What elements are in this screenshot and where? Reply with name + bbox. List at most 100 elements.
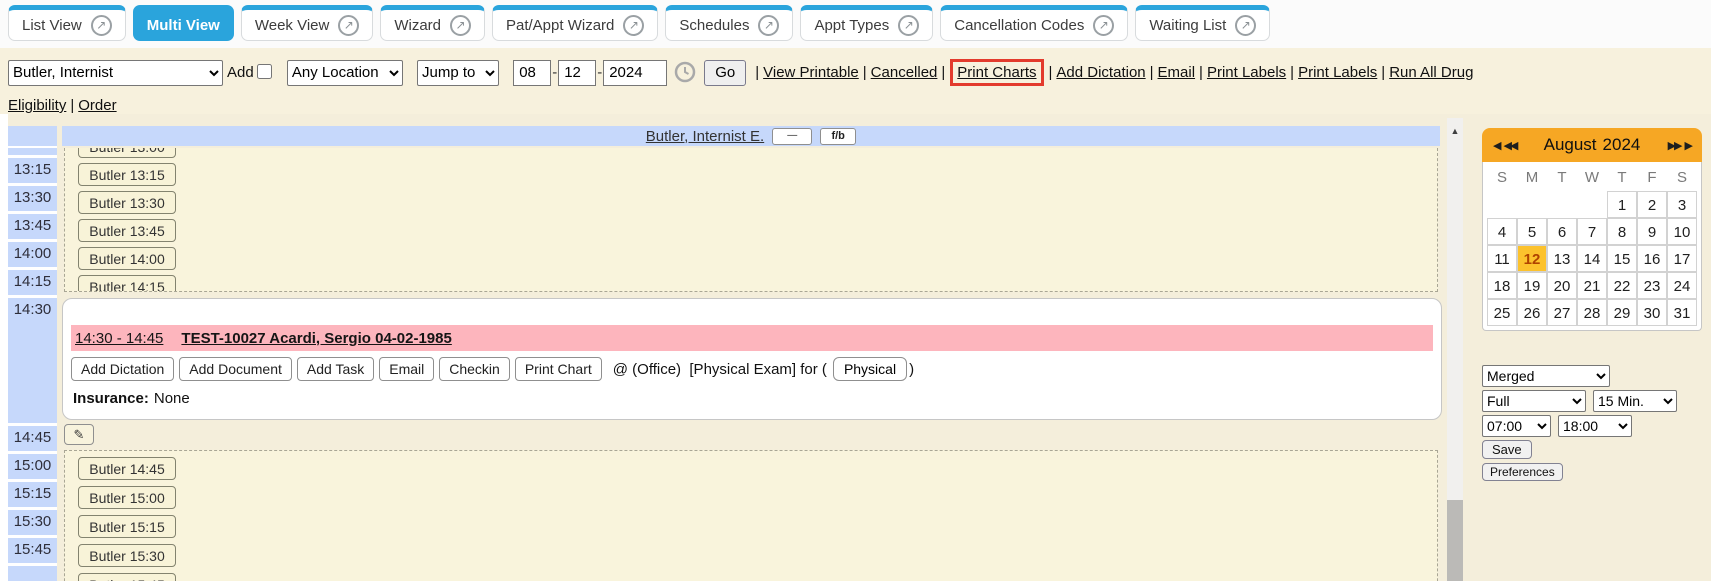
calendar-day[interactable]: 9 bbox=[1637, 218, 1667, 245]
calendar-day[interactable]: 28 bbox=[1577, 299, 1607, 326]
calendar-day[interactable]: 23 bbox=[1637, 272, 1667, 299]
clock-icon[interactable] bbox=[674, 61, 696, 92]
fast-prev-icon[interactable]: ◀◀ bbox=[1503, 140, 1516, 152]
scroll-up-arrow-icon[interactable]: ▲ bbox=[1447, 118, 1463, 136]
email-button[interactable]: Email bbox=[379, 357, 434, 381]
tab-multi-view[interactable]: Multi View bbox=[133, 5, 234, 41]
butler-13-45-slot-button[interactable]: Butler 13:45 bbox=[78, 219, 176, 242]
butler-15-45-slot-button[interactable]: Butler 15:45 bbox=[78, 573, 176, 581]
calendar-day[interactable]: 20 bbox=[1547, 272, 1577, 299]
cancelled-link[interactable]: Cancelled bbox=[871, 64, 938, 81]
scrollbar-thumb[interactable] bbox=[1447, 500, 1463, 581]
zoom-select[interactable]: Full bbox=[1482, 390, 1586, 412]
prev-month-icon[interactable]: ◀ bbox=[1493, 140, 1499, 152]
calendar-day[interactable]: 31 bbox=[1667, 299, 1697, 326]
tab-pat-appt-wizard[interactable]: Pat/Appt Wizard↗ bbox=[492, 5, 658, 41]
tab-cancellation-codes[interactable]: Cancellation Codes↗ bbox=[940, 5, 1128, 41]
merged-select[interactable]: Merged bbox=[1482, 365, 1610, 387]
add-dictation-link[interactable]: Add Dictation bbox=[1056, 64, 1145, 81]
date-month-input[interactable] bbox=[513, 60, 551, 86]
open-new-window-icon[interactable]: ↗ bbox=[898, 15, 919, 36]
calendar-day[interactable]: 15 bbox=[1607, 245, 1637, 272]
date-year-input[interactable] bbox=[603, 60, 667, 86]
open-new-window-icon[interactable]: ↗ bbox=[450, 15, 471, 36]
open-new-window-icon[interactable]: ↗ bbox=[758, 15, 779, 36]
calendar-day[interactable]: 4 bbox=[1487, 218, 1517, 245]
go-button[interactable]: Go bbox=[704, 60, 746, 86]
open-new-window-icon[interactable]: ↗ bbox=[1093, 15, 1114, 36]
tab-appt-types[interactable]: Appt Types↗ bbox=[800, 5, 933, 41]
print-charts-link[interactable]: Print Charts bbox=[957, 64, 1036, 81]
preferences-button[interactable]: Preferences bbox=[1482, 463, 1563, 481]
provider-header-link[interactable]: Butler, Internist E. bbox=[646, 128, 764, 145]
print-labels-link[interactable]: Print Labels bbox=[1207, 64, 1286, 81]
add-task-button[interactable]: Add Task bbox=[297, 357, 374, 381]
calendar-day[interactable]: 26 bbox=[1517, 299, 1547, 326]
calendar-day[interactable]: 22 bbox=[1607, 272, 1637, 299]
tab-schedules[interactable]: Schedules↗ bbox=[665, 5, 793, 41]
butler-14-45-slot-button[interactable]: Butler 14:45 bbox=[78, 457, 176, 480]
print-labels-link[interactable]: Print Labels bbox=[1298, 64, 1377, 81]
add-dictation-button[interactable]: Add Dictation bbox=[71, 357, 174, 381]
interval-select[interactable]: 15 Min. bbox=[1593, 390, 1677, 412]
calendar-day[interactable]: 30 bbox=[1637, 299, 1667, 326]
butler-15-00-slot-button[interactable]: Butler 15:00 bbox=[78, 486, 176, 509]
appointment-patient-link[interactable]: TEST-10027 Acardi, Sergio 04-02-1985 bbox=[181, 330, 451, 347]
tab-waiting-list[interactable]: Waiting List↗ bbox=[1135, 5, 1270, 41]
open-new-window-icon[interactable]: ↗ bbox=[623, 15, 644, 36]
tab-week-view[interactable]: Week View↗ bbox=[241, 5, 373, 41]
view-printable-link[interactable]: View Printable bbox=[763, 64, 859, 81]
add-document-button[interactable]: Add Document bbox=[179, 357, 292, 381]
calendar-day[interactable]: 27 bbox=[1547, 299, 1577, 326]
open-new-window-icon[interactable]: ↗ bbox=[1235, 15, 1256, 36]
edit-slot-button[interactable]: ✎ bbox=[64, 424, 94, 445]
calendar-day[interactable]: 19 bbox=[1517, 272, 1547, 299]
calendar-day[interactable]: 17 bbox=[1667, 245, 1697, 272]
fast-next-icon[interactable]: ▶▶ bbox=[1668, 140, 1681, 152]
checkin-button[interactable]: Checkin bbox=[439, 357, 510, 381]
appointment-time-link[interactable]: 14:30 - 14:45 bbox=[75, 330, 163, 347]
butler-13-15-slot-button[interactable]: Butler 13:15 bbox=[78, 163, 176, 186]
start-time-select[interactable]: 07:00 bbox=[1482, 415, 1551, 437]
calendar-day[interactable]: 18 bbox=[1487, 272, 1517, 299]
calendar-day[interactable]: 25 bbox=[1487, 299, 1517, 326]
location-select[interactable]: Any Location bbox=[287, 60, 403, 86]
print-chart-button[interactable]: Print Chart bbox=[515, 357, 602, 381]
calendar-day[interactable]: 10 bbox=[1667, 218, 1697, 245]
butler-13-30-slot-button[interactable]: Butler 13:30 bbox=[78, 191, 176, 214]
calendar-day[interactable]: 29 bbox=[1607, 299, 1637, 326]
provider-select[interactable]: Butler, Internist bbox=[8, 60, 223, 86]
calendar-day[interactable]: 13 bbox=[1547, 245, 1577, 272]
save-button[interactable]: Save bbox=[1482, 440, 1532, 459]
minimize-column-button[interactable]: — bbox=[772, 128, 812, 145]
tab-wizard[interactable]: Wizard↗ bbox=[380, 5, 485, 41]
next-month-icon[interactable]: ▶ bbox=[1685, 140, 1691, 152]
calendar-day[interactable]: 6 bbox=[1547, 218, 1577, 245]
add-checkbox[interactable] bbox=[257, 64, 272, 79]
calendar-day[interactable]: 11 bbox=[1487, 245, 1517, 272]
fb-button[interactable]: f/b bbox=[820, 128, 856, 145]
tab-list-view[interactable]: List View↗ bbox=[8, 5, 126, 41]
open-new-window-icon[interactable]: ↗ bbox=[338, 15, 359, 36]
butler-15-15-slot-button[interactable]: Butler 15:15 bbox=[78, 515, 176, 538]
open-new-window-icon[interactable]: ↗ bbox=[91, 15, 112, 36]
email-link[interactable]: Email bbox=[1158, 64, 1196, 81]
butler-14-15-slot-button[interactable]: Butler 14:15 bbox=[78, 275, 176, 292]
butler-14-00-slot-button[interactable]: Butler 14:00 bbox=[78, 247, 176, 270]
calendar-day[interactable]: 2 bbox=[1637, 191, 1667, 218]
calendar-day[interactable]: 3 bbox=[1667, 191, 1697, 218]
butler-15-30-slot-button[interactable]: Butler 15:30 bbox=[78, 544, 176, 567]
calendar-day[interactable]: 8 bbox=[1607, 218, 1637, 245]
calendar-day[interactable]: 14 bbox=[1577, 245, 1607, 272]
calendar-day[interactable]: 21 bbox=[1577, 272, 1607, 299]
end-time-select[interactable]: 18:00 bbox=[1558, 415, 1632, 437]
date-day-input[interactable] bbox=[558, 60, 596, 86]
jump-to-select[interactable]: Jump to bbox=[417, 60, 499, 86]
calendar-day[interactable]: 24 bbox=[1667, 272, 1697, 299]
butler-13-00-slot-button[interactable]: Butler 13:00 bbox=[78, 148, 176, 158]
calendar-day[interactable]: 7 bbox=[1577, 218, 1607, 245]
schedule-scrollbar[interactable]: ▲ bbox=[1447, 118, 1463, 581]
calendar-day[interactable]: 1 bbox=[1607, 191, 1637, 218]
appointment-type-button[interactable]: Physical bbox=[833, 357, 907, 381]
calendar-day[interactable]: 5 bbox=[1517, 218, 1547, 245]
